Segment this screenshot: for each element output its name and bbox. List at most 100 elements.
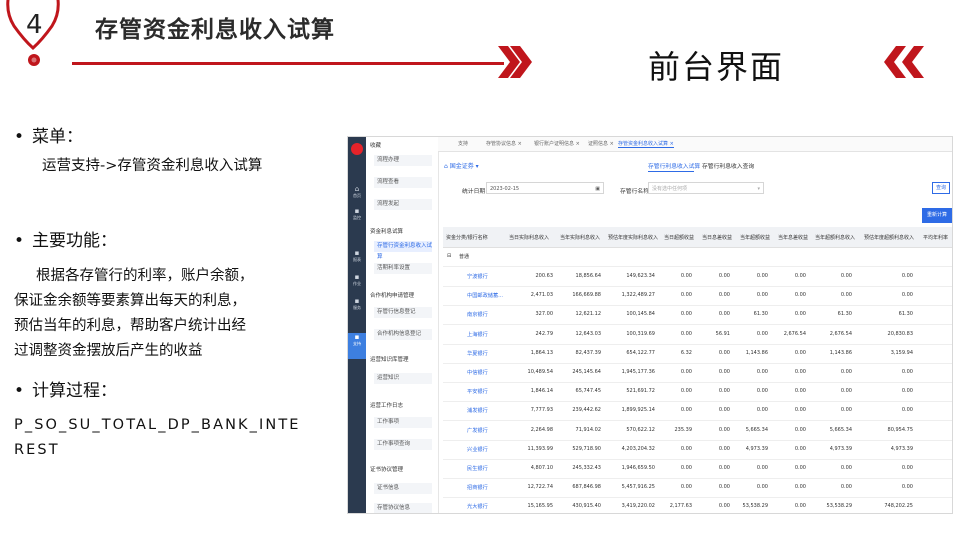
bank-name-link[interactable]: 中信银行 — [467, 369, 488, 376]
menu-item[interactable]: 工作事项查询 — [374, 439, 432, 450]
table-cell: 0.00 — [680, 388, 692, 395]
section-number: 4 — [26, 10, 43, 40]
menu-item[interactable]: 证书信息 — [374, 483, 432, 494]
double-chevron-right-icon — [498, 46, 532, 78]
table-row[interactable]: 民生银行 4,807.10 245,332.43 1,946,659.50 0.00 0.… — [443, 459, 952, 479]
table-row[interactable]: 南京银行 327.00 12,621.12 100,145.84 0.00 0.00 61.… — [443, 305, 952, 326]
table-cell: 7,777.93 — [530, 407, 553, 414]
menu-item[interactable]: 流程查看 — [374, 177, 432, 188]
tab[interactable]: 证照信息 × — [588, 140, 614, 147]
table-row[interactable]: 光大银行 15,165.95 430,915.40 3,419,220.02 2,177… — [443, 497, 952, 513]
table-cell: 748,202.25 — [884, 503, 913, 510]
menu-item[interactable]: 存管协议信息 — [374, 503, 432, 513]
table-cell: 0.00 — [756, 369, 768, 375]
table-cell: 0.00 — [794, 465, 806, 471]
table-cell: 6.32 — [680, 349, 692, 356]
bank-name-link[interactable]: 宁波银行 — [467, 273, 488, 280]
tab-active[interactable]: 存管资金利息收入试算 × — [618, 140, 674, 148]
table-row[interactable]: 广发银行 2,264.98 71,914.02 570,622.12 235.39 0.0… — [443, 421, 952, 441]
collapse-icon[interactable]: ⊟ — [447, 253, 451, 259]
table-row[interactable]: 中国邮政储蓄... 2,471.03 166,669.88 1,322,489.27 0… — [443, 286, 952, 307]
query-button[interactable]: 查询 — [932, 182, 950, 194]
menu-item[interactable]: 流程发起 — [374, 199, 432, 210]
table-row[interactable]: 平安银行 1,846.14 65,747.45 521,691.72 0.00 0.00 0… — [443, 382, 952, 403]
rail-item-support[interactable]: ▪ 支持 — [348, 333, 366, 359]
menu-item[interactable]: 合作机构信息登记 — [374, 329, 432, 340]
table-cell: 1,945,177.36 — [621, 369, 655, 375]
calc-procedure: P_SO_SU_TOTAL_DP_BANK_INTE REST — [14, 417, 301, 458]
bank-name-link[interactable]: 华夏银行 — [467, 350, 488, 357]
bank-name-link[interactable]: 南京银行 — [467, 311, 488, 318]
table-cell: 0.00 — [901, 484, 913, 491]
table-cell: 1,899,925.14 — [621, 407, 655, 414]
table-row[interactable]: 宁波银行 200.63 18,856.64 149,623.34 0.00 0.00 0.0… — [443, 267, 952, 287]
table-cell: 0.00 — [794, 292, 806, 299]
table-row[interactable]: 浦发银行 7,777.93 239,442.62 1,899,925.14 0.00 0.… — [443, 401, 952, 422]
menu-item[interactable]: 流程办理 — [374, 155, 432, 166]
table-cell: 0.00 — [680, 484, 692, 491]
recalculate-button[interactable]: 重新计算 — [922, 208, 952, 223]
bank-name-link[interactable]: 平安银行 — [467, 388, 488, 395]
menu-item[interactable]: 存管行信息登记 — [374, 307, 432, 318]
table-row[interactable]: 兴业银行 11,393.99 529,718.90 4,203,204.32 0.00 0… — [443, 440, 952, 460]
rail-item-report[interactable]: ▪ 报表 — [352, 249, 362, 263]
menu-heading: • 菜单： — [14, 127, 83, 147]
table-cell: 2,264.98 — [530, 426, 553, 433]
bank-label: 存管行名称 — [620, 189, 649, 195]
column-header: 当年超额收益 — [740, 235, 771, 241]
column-header: 当日超额收益 — [664, 235, 695, 241]
bank-name-link[interactable]: 浦发银行 — [467, 407, 488, 414]
date-input[interactable]: 2023-02-15 ▣ — [486, 182, 604, 194]
subtab-calc[interactable]: 存管行利息收入试算 — [648, 161, 700, 170]
group-row[interactable]: ⊟ 普通 — [443, 247, 952, 267]
table-cell: 4,203,204.32 — [621, 445, 655, 452]
rail-item-home[interactable]: ⌂ 首页 — [352, 185, 362, 199]
table-cell: 242.79 — [535, 330, 554, 337]
table-cell: 61.30 — [898, 311, 913, 318]
bank-name-link[interactable]: 中国邮政储蓄... — [467, 292, 503, 299]
table-cell: 327.00 — [535, 311, 554, 318]
table-cell: 0.00 — [718, 465, 730, 471]
rail-item-monitor[interactable]: ▪ 监控 — [352, 207, 362, 221]
table-row[interactable]: 上海银行 242.79 12,643.03 100,319.69 0.00 56.91 0.… — [443, 325, 952, 345]
tab[interactable]: 支持 — [458, 140, 468, 147]
bank-name-link[interactable]: 光大银行 — [467, 503, 488, 510]
bank-name-link[interactable]: 招商银行 — [467, 484, 488, 491]
bank-name-link[interactable]: 民生银行 — [467, 465, 488, 472]
menu-item-interest-calc[interactable]: 存管行资金利息收入试算 — [374, 241, 432, 260]
table-row[interactable]: 华夏银行 1,864.13 82,437.39 654,122.77 6.32 0.00 1… — [443, 344, 952, 364]
bank-name-link[interactable]: 上海银行 — [467, 331, 488, 338]
table-cell: 0.00 — [794, 273, 806, 279]
table-cell: 239,442.62 — [572, 407, 601, 414]
bank-name-link[interactable]: 广发银行 — [467, 427, 488, 434]
menu-item[interactable]: 工作事项 — [374, 417, 432, 428]
table-cell: 166,669.88 — [572, 292, 601, 299]
left-rail: ⌂ 首页 ▪ 监控 ▪ 报表 ▪ 作业 ▪ 服务 ▪ 支持 — [348, 137, 366, 513]
tab[interactable]: 银行账户证明信息 × — [534, 140, 580, 147]
bank-select[interactable]: 没有选中任何项 ▾ — [648, 182, 764, 194]
menu-path: 运营支持->存管资金利息收入试算 — [42, 158, 263, 174]
table-cell: 0.00 — [794, 349, 806, 356]
org-breadcrumb[interactable]: ⌂ 国金证券 ▾ — [444, 161, 479, 170]
table-row[interactable]: 招商银行 12,722.74 687,846.98 5,457,916.25 0.00 0… — [443, 478, 952, 499]
menu-item[interactable]: 运营知识 — [374, 373, 432, 384]
table-cell: 0.00 — [840, 369, 852, 375]
rail-item-job[interactable]: ▪ 作业 — [352, 273, 362, 287]
slide-title: 存管资金利息收入试算 — [95, 17, 335, 43]
tab[interactable]: 存管协议信息 × — [486, 140, 522, 147]
bank-name-link[interactable]: 兴业银行 — [467, 446, 488, 453]
subtab-query[interactable]: 存管行利息收入查询 — [702, 161, 754, 170]
table-cell: 0.00 — [901, 465, 913, 471]
table-cell: 53,538.29 — [826, 503, 852, 510]
table-cell: 0.00 — [794, 445, 806, 452]
table-cell: 2,676.54 — [829, 330, 852, 337]
table-cell: 0.00 — [756, 330, 768, 337]
title-underline — [72, 62, 504, 65]
table-row[interactable]: 中信银行 10,489.54 245,145.64 1,945,177.36 0.00 0… — [443, 363, 952, 383]
menu-item[interactable]: 活期利率设置 — [374, 263, 432, 274]
table-cell: 0.00 — [756, 388, 768, 395]
table-cell: 5,457,916.25 — [621, 484, 655, 491]
table-cell: 0.00 — [718, 311, 730, 318]
table-cell: 0.00 — [840, 388, 852, 395]
rail-item-service[interactable]: ▪ 服务 — [352, 297, 362, 311]
